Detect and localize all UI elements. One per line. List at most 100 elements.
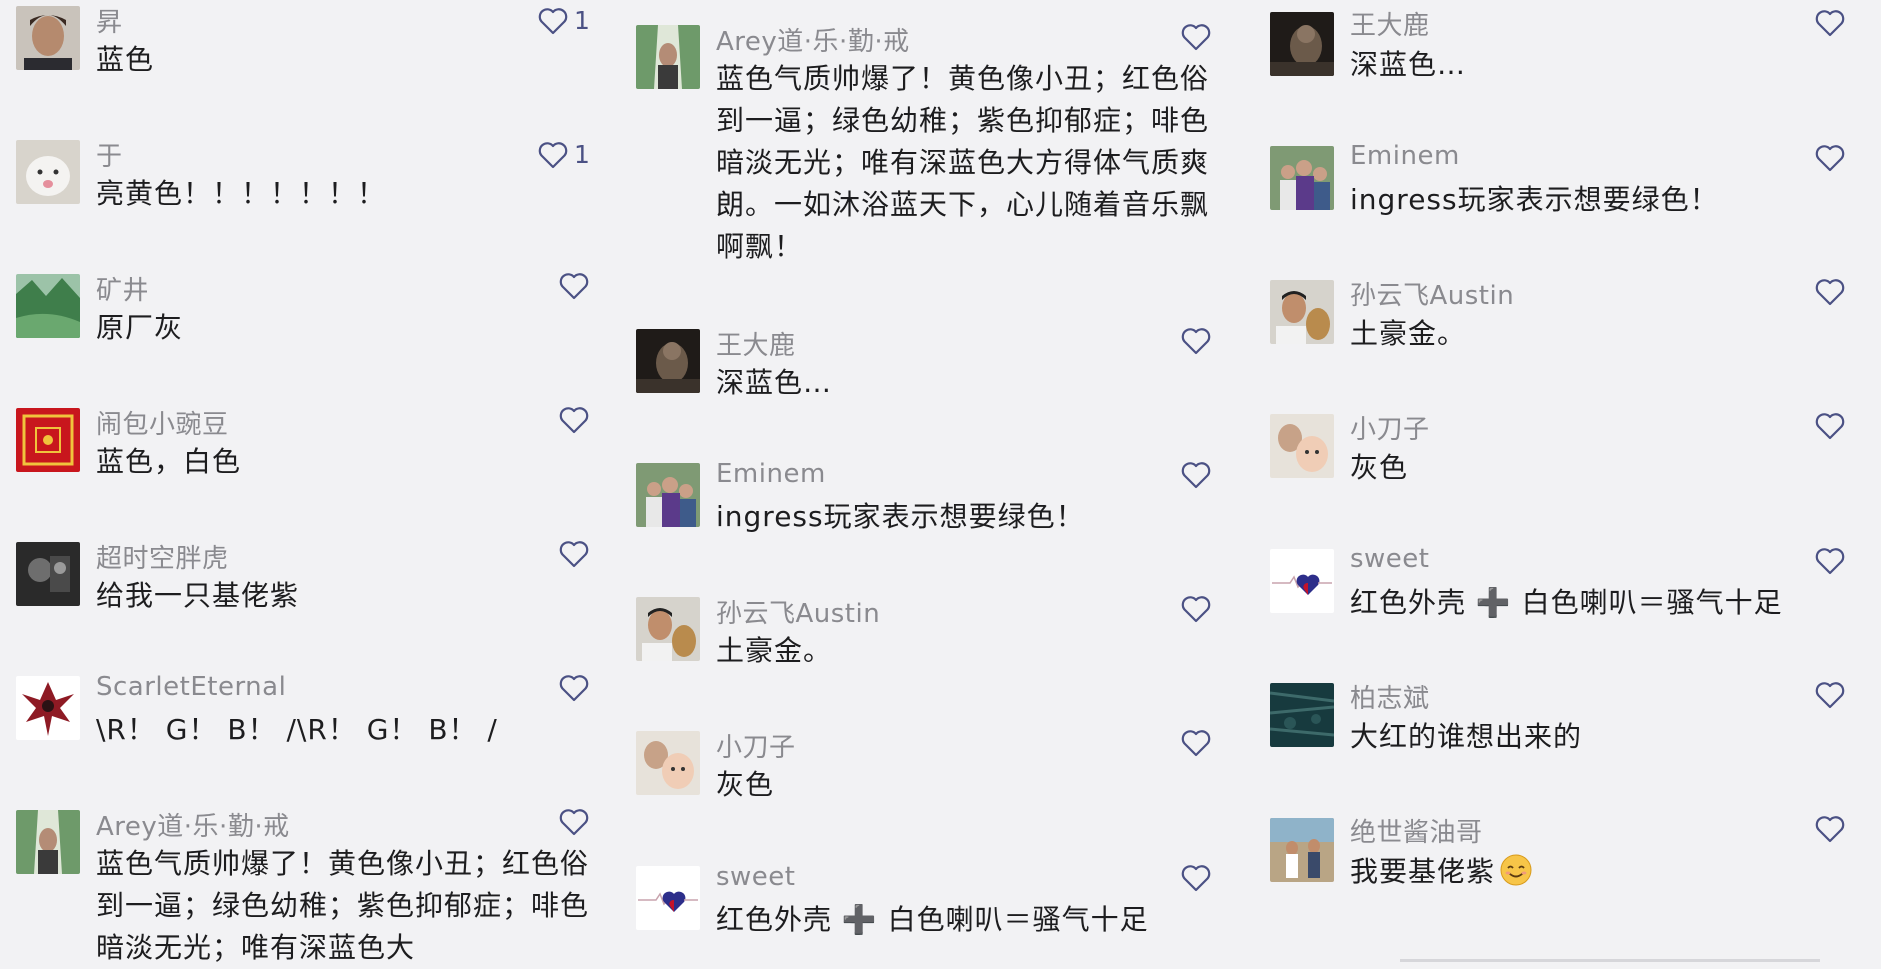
avatar[interactable]: [1270, 414, 1334, 478]
comment-text: 深蓝色…: [716, 366, 833, 399]
comment-text: ingress玩家表示想要绿色！: [1350, 183, 1719, 216]
like-button[interactable]: [1181, 327, 1211, 355]
avatar[interactable]: [636, 866, 700, 930]
comment-username[interactable]: sweet: [1350, 544, 1430, 574]
comment-text: 灰色: [1350, 451, 1409, 484]
avatar[interactable]: [636, 597, 700, 661]
like-button[interactable]: [1815, 412, 1845, 440]
like-count: 1: [574, 140, 590, 169]
comment-username[interactable]: Eminem: [716, 459, 826, 489]
heart-icon: [1181, 328, 1211, 355]
heart-icon: [1815, 279, 1845, 306]
heart-icon: [1815, 145, 1845, 172]
like-count: 1: [574, 6, 590, 35]
avatar[interactable]: [1270, 146, 1334, 210]
like-button[interactable]: [559, 540, 589, 568]
like-button[interactable]: 1: [538, 6, 590, 35]
avatar[interactable]: [1270, 549, 1334, 613]
comment-text: 我要基佬紫: [1350, 851, 1855, 893]
heart-icon: [538, 141, 568, 168]
comment-text: 亮黄色！！！！！！！: [96, 177, 387, 210]
like-button[interactable]: [559, 808, 589, 836]
heart-icon: [1181, 596, 1211, 623]
like-button[interactable]: [1815, 547, 1845, 575]
comment-username[interactable]: 闹包小豌豆: [96, 404, 229, 441]
avatar[interactable]: [1270, 12, 1334, 76]
heart-icon: [559, 809, 589, 836]
comment-username[interactable]: 王大鹿: [716, 325, 796, 362]
avatar[interactable]: [16, 542, 80, 606]
comment-username[interactable]: sweet: [716, 862, 796, 892]
heart-icon: [1815, 548, 1845, 575]
comment-text: 原厂灰: [96, 311, 184, 344]
avatar[interactable]: [16, 810, 80, 874]
avatar[interactable]: [636, 25, 700, 89]
comment-username[interactable]: 孙云飞Austin: [1350, 275, 1514, 312]
comment-text-content: 我要基佬紫: [1350, 855, 1496, 888]
comment-column-right: 王大鹿 深蓝色… Eminem ingress玩家表示想要绿色！ 孙云飞Aust…: [1254, 0, 1881, 962]
heart-icon: [1815, 816, 1845, 843]
heart-icon: [559, 675, 589, 702]
avatar[interactable]: [636, 731, 700, 795]
comment-username[interactable]: 绝世酱油哥: [1350, 812, 1483, 849]
like-button[interactable]: [1181, 864, 1211, 892]
comment-username[interactable]: 于: [96, 136, 123, 173]
like-button[interactable]: [1181, 595, 1211, 623]
comment-text: ingress玩家表示想要绿色！: [716, 500, 1085, 533]
heart-icon: [1181, 730, 1211, 757]
comment-text: \R！ G！ B！ /\R！ G！ B！ /: [96, 713, 498, 746]
like-button[interactable]: [1815, 9, 1845, 37]
avatar[interactable]: [16, 140, 80, 204]
smiling-face-emoji-icon: [1500, 854, 1532, 886]
comment-username[interactable]: 昇: [96, 2, 123, 39]
comment-username[interactable]: 柏志斌: [1350, 678, 1430, 715]
comment-text: 蓝色气质帅爆了！黄色像小丑；红色俗到一逼；绿色幼稚；紫色抑郁症；啡色暗淡无光；唯…: [716, 62, 1210, 263]
comment-username[interactable]: 孙云飞Austin: [716, 593, 880, 630]
like-button[interactable]: [559, 272, 589, 300]
comment-username[interactable]: 小刀子: [1350, 409, 1430, 446]
heart-icon: [559, 541, 589, 568]
like-button[interactable]: [1815, 278, 1845, 306]
comment-username[interactable]: 王大鹿: [1350, 5, 1430, 42]
avatar[interactable]: [636, 329, 700, 393]
avatar[interactable]: [16, 274, 80, 338]
comment-text: 蓝色: [96, 43, 155, 76]
comment-username[interactable]: Arey道·乐·勤·戒: [96, 806, 290, 843]
comment-username[interactable]: Eminem: [1350, 141, 1460, 171]
avatar[interactable]: [636, 463, 700, 527]
comment-username[interactable]: 超时空胖虎: [96, 538, 229, 575]
comment-text: 蓝色，白色: [96, 445, 242, 478]
like-button[interactable]: [1181, 729, 1211, 757]
avatar[interactable]: [16, 408, 80, 472]
comment-text: 大红的谁想出来的: [1350, 720, 1583, 753]
avatar[interactable]: [16, 676, 80, 740]
avatar[interactable]: [1270, 280, 1334, 344]
like-button[interactable]: [1815, 815, 1845, 843]
avatar[interactable]: [1270, 818, 1334, 882]
heart-icon: [1815, 10, 1845, 37]
like-button[interactable]: [1181, 461, 1211, 489]
heart-icon: [1181, 865, 1211, 892]
avatar[interactable]: [16, 6, 80, 70]
heart-icon: [1815, 413, 1845, 440]
comment-username[interactable]: 小刀子: [716, 727, 796, 764]
comment-username[interactable]: Arey道·乐·勤·戒: [716, 21, 910, 58]
like-button[interactable]: [559, 406, 589, 434]
heart-icon: [1815, 682, 1845, 709]
like-button[interactable]: [1815, 681, 1845, 709]
comment-text: 土豪金。: [716, 634, 833, 667]
like-button[interactable]: [1181, 23, 1211, 51]
like-button[interactable]: [559, 674, 589, 702]
avatar[interactable]: [1270, 683, 1334, 747]
comment-column-left: 昇 蓝色 1 于 亮黄色！！！！！！！ 1 矿井 原厂灰 闹包小豌豆 蓝色，白色…: [0, 0, 606, 964]
heart-icon: [538, 7, 568, 34]
comment-username[interactable]: ScarletEternal: [96, 672, 286, 702]
comment-text: 给我一只基佬紫: [96, 579, 300, 612]
like-button[interactable]: [1815, 144, 1845, 172]
comment-username[interactable]: 矿井: [96, 270, 149, 307]
heart-icon: [559, 273, 589, 300]
comment-text: 土豪金。: [1350, 317, 1467, 350]
like-button[interactable]: 1: [538, 140, 590, 169]
heart-icon: [1181, 24, 1211, 51]
comment-text: 深蓝色…: [1350, 48, 1467, 81]
